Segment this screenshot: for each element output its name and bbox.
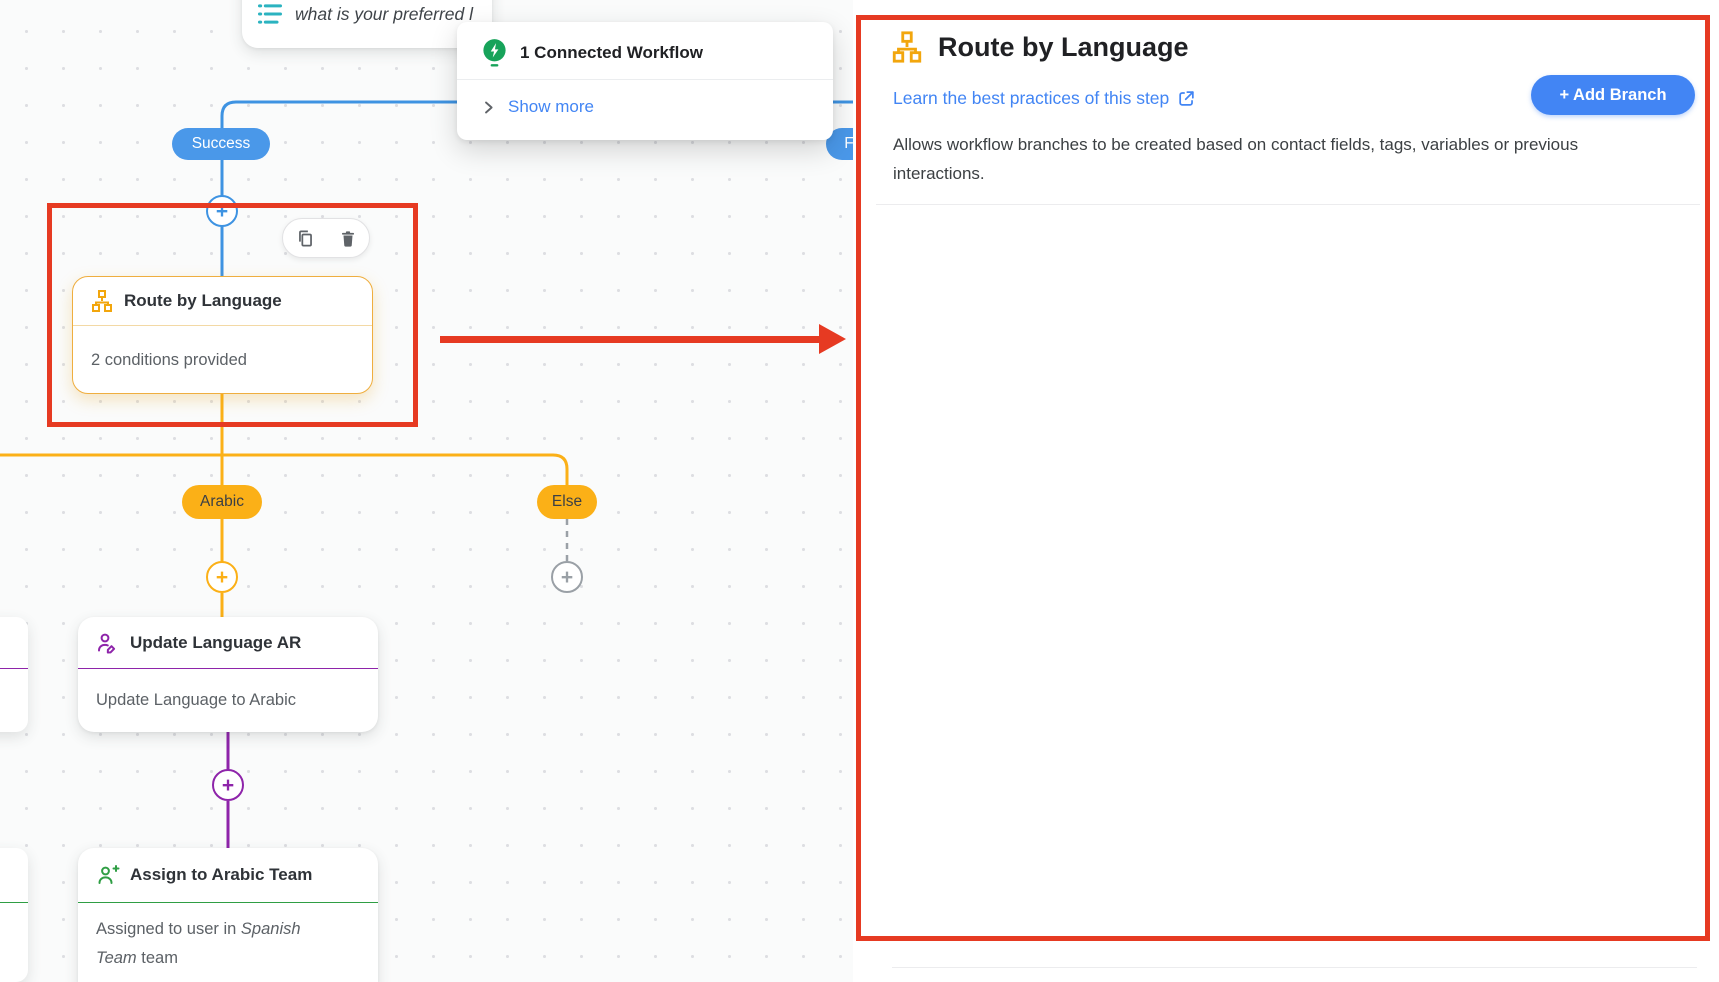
assign-team-node[interactable]: Assign to Arabic Team Assigned to user i… (78, 848, 378, 982)
route-node-title: Route by Language (124, 291, 282, 311)
assign-node-title: Assign to Arabic Team (130, 865, 312, 885)
lightbulb-icon (481, 38, 508, 68)
route-node-summary: 2 conditions provided (73, 326, 372, 394)
branch-step-icon (890, 30, 924, 64)
panel-divider (876, 204, 1700, 205)
step-config-panel: Route by Language Learn the best practic… (853, 0, 1719, 982)
show-more-label: Show more (508, 97, 594, 117)
annotation-arrow-line (440, 336, 822, 343)
annotation-arrow-head (819, 324, 846, 354)
update-node-title: Update Language AR (130, 633, 301, 653)
panel-title: Route by Language (938, 32, 1189, 63)
contact-edit-icon (96, 631, 120, 655)
route-by-language-node[interactable]: Route by Language 2 conditions provided (72, 276, 373, 394)
person-add-icon (96, 863, 120, 887)
show-more-button[interactable]: Show more (481, 92, 594, 122)
node-mini-toolbar (282, 218, 370, 258)
offscreen-node-fragment (0, 617, 28, 732)
assign-node-summary: Assigned to user in Spanish Team team (78, 903, 356, 973)
popup-divider (457, 79, 833, 80)
arabic-branch-badge[interactable]: Arabic (182, 485, 262, 519)
else-branch-badge[interactable]: Else (537, 485, 597, 519)
update-language-node[interactable]: Update Language AR Update Language to Ar… (78, 617, 378, 732)
ask-question-node[interactable]: what is your preferred l (242, 0, 492, 48)
connected-workflow-popup: 1 Connected Workflow Show more (457, 22, 833, 140)
add-step-plus-blue[interactable]: + (206, 195, 238, 227)
step-description: Allows workflow branches to be created b… (893, 131, 1628, 188)
workflow-builder: what is your preferred l 1 Connected Wor… (0, 0, 1719, 982)
add-step-plus-yellow[interactable]: + (206, 561, 238, 593)
success-branch-badge[interactable]: Success (172, 128, 270, 160)
branch-icon (90, 289, 114, 313)
chevron-right-icon (481, 100, 496, 115)
external-link-icon (1177, 89, 1196, 108)
question-node-text: what is your preferred l (295, 4, 473, 25)
add-step-plus-gray[interactable]: + (551, 561, 583, 593)
add-branch-button[interactable]: + Add Branch (1531, 75, 1695, 115)
add-step-plus-purple[interactable]: + (212, 769, 244, 801)
connected-workflow-title: 1 Connected Workflow (520, 43, 703, 63)
update-node-summary: Update Language to Arabic (78, 669, 378, 731)
panel-divider-bottom (892, 967, 1697, 968)
copy-node-icon[interactable] (296, 229, 315, 248)
offscreen-node-fragment (0, 848, 28, 982)
list-icon (256, 0, 284, 28)
best-practices-link[interactable]: Learn the best practices of this step (893, 88, 1196, 109)
delete-node-icon[interactable] (339, 229, 357, 248)
connector-lines (0, 0, 860, 982)
